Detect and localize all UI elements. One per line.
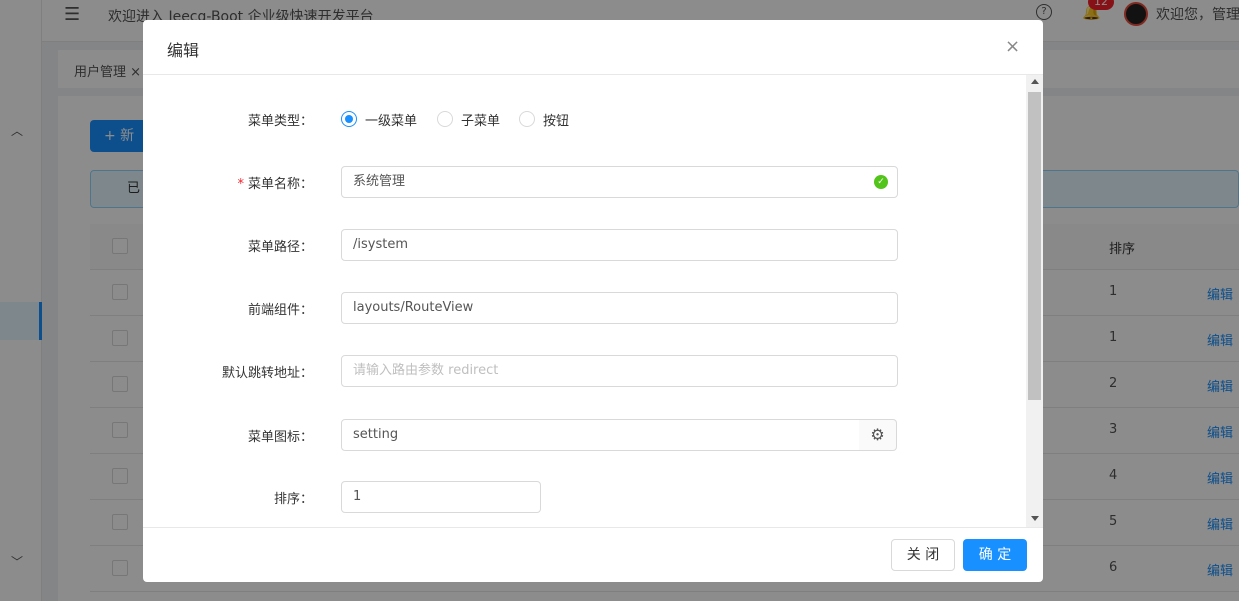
scroll-thumb[interactable]	[1028, 92, 1041, 400]
gear-icon[interactable]: ⚙	[859, 419, 897, 451]
component-input[interactable]: layouts/RouteView	[341, 292, 898, 324]
menu-path-input[interactable]: /isystem	[341, 229, 898, 261]
menu-name-input[interactable]: 系统管理 ✓	[341, 166, 898, 198]
redirect-label: 默认跳转地址：	[221, 366, 313, 381]
radio-label: 一级菜单	[365, 114, 418, 129]
modal-title: 编辑	[167, 41, 200, 60]
confirm-button[interactable]: 确 定	[963, 539, 1027, 571]
sort-row: 排序： 1	[143, 481, 1023, 513]
menu-name-value: 系统管理	[353, 174, 406, 189]
modal-scrollbar[interactable]	[1026, 75, 1043, 527]
menu-icon-input[interactable]: setting	[341, 419, 860, 451]
menu-icon-label: 菜单图标：	[247, 430, 313, 445]
close-icon[interactable]: ×	[1005, 36, 1020, 58]
menu-name-row: * 菜单名称： 系统管理 ✓	[143, 166, 1023, 198]
menu-icon-row: 菜单图标： setting ⚙	[143, 419, 1023, 451]
radio-checked-icon[interactable]	[341, 111, 357, 127]
menu-name-label: * 菜单名称：	[237, 177, 313, 192]
radio-label: 子菜单	[461, 114, 501, 129]
menu-path-row: 菜单路径： /isystem	[143, 229, 1023, 261]
close-button[interactable]: 关 闭	[891, 539, 955, 571]
scroll-up-icon[interactable]	[1031, 79, 1039, 84]
component-label: 前端组件：	[247, 303, 313, 318]
menu-type-label: 菜单类型：	[247, 114, 313, 129]
sort-label: 排序：	[273, 492, 313, 507]
menu-type-row: 菜单类型： 一级菜单 子菜单 按钮	[143, 103, 1023, 135]
component-row: 前端组件： layouts/RouteView	[143, 292, 1023, 324]
check-circle-icon: ✓	[874, 175, 888, 189]
redirect-row: 默认跳转地址： 请输入路由参数 redirect	[143, 355, 1023, 387]
radio-unchecked-icon[interactable]	[437, 111, 453, 127]
edit-menu-modal: 编辑 × 菜单类型： 一级菜单 子菜单 按钮 * 菜单名称： 系统管理 ✓ 菜单…	[143, 20, 1043, 582]
modal-footer: 关 闭 确 定	[143, 527, 1043, 582]
radio-label: 按钮	[543, 114, 570, 129]
modal-header: 编辑 ×	[143, 20, 1043, 75]
menu-path-label: 菜单路径：	[247, 240, 313, 255]
radio-unchecked-icon[interactable]	[519, 111, 535, 127]
modal-body: 菜单类型： 一级菜单 子菜单 按钮 * 菜单名称： 系统管理 ✓ 菜单路径： /…	[143, 75, 1043, 527]
scroll-down-icon[interactable]	[1031, 516, 1039, 521]
sort-input[interactable]: 1	[341, 481, 541, 513]
redirect-input[interactable]: 请输入路由参数 redirect	[341, 355, 898, 387]
